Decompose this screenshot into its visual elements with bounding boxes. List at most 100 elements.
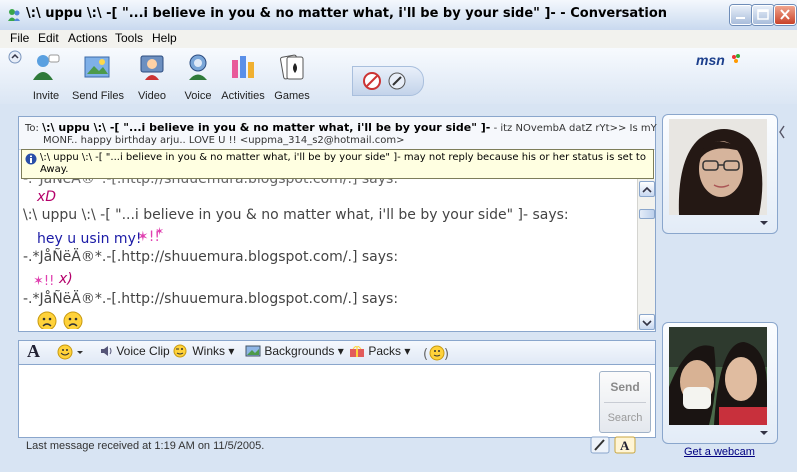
svg-text:✶!!: ✶!! <box>33 274 54 289</box>
activities-icon <box>232 56 254 78</box>
voice-icon <box>189 54 207 80</box>
collapse-pane-icon[interactable] <box>778 122 786 142</box>
invite-icon <box>33 54 60 80</box>
video-icon <box>140 55 164 80</box>
video-button[interactable]: Video <box>136 52 168 102</box>
games-button[interactable]: Games <box>274 52 310 102</box>
block-tray <box>352 66 424 96</box>
warning-line-1: \:\ uppu \:\ -[ "...i believe in you & n… <box>40 152 646 163</box>
message-input-area[interactable]: Send Search <box>18 364 656 438</box>
arrow-up-icon <box>642 186 652 193</box>
background-picture-icon <box>245 345 261 357</box>
send-files-label: Send Files <box>72 90 124 102</box>
sad-emoticon-icon <box>63 311 83 329</box>
menu-help[interactable]: Help <box>152 31 177 45</box>
send-files-icon <box>84 56 110 78</box>
speaker-icon <box>101 346 112 356</box>
get-webcam-link[interactable]: Get a webcam <box>684 446 755 458</box>
scroll-thumb[interactable] <box>639 209 655 219</box>
maximize-icon <box>757 9 769 20</box>
contact-name: \:\ uppu \:\ -[ "...i believe in you & n… <box>42 121 491 134</box>
title-bar: \:\ uppu \:\ -[ "...i believe in you & n… <box>0 0 797 31</box>
away-warning: \:\ uppu \:\ -[ "...i believe in you & n… <box>21 149 654 179</box>
conversation-history: To: \:\ uppu \:\ -[ "...i believe in you… <box>18 116 657 332</box>
to-prefix: To: <box>25 123 39 134</box>
my-display-picture-frame <box>662 322 778 444</box>
maximize-button[interactable] <box>752 5 774 25</box>
contact-display-picture-frame <box>662 114 778 234</box>
svg-text:(: ( <box>423 347 428 362</box>
scroll-up-button[interactable] <box>639 181 655 197</box>
sad-emoticon-icon <box>37 311 57 329</box>
contact-display-picture[interactable] <box>669 119 767 215</box>
collapse-toolbar-icon[interactable] <box>8 50 22 64</box>
voice-button[interactable]: Voice <box>182 52 214 102</box>
minimize-icon <box>736 17 745 19</box>
voice-clip-label: Voice Clip <box>116 344 170 358</box>
format-bar: A Voice Clip Winks ▾ Backgrounds ▾ Packs… <box>18 340 656 365</box>
chevron-down-icon[interactable] <box>759 429 769 437</box>
winks-button[interactable]: Winks ▾ <box>173 344 234 358</box>
message-text: xD <box>37 189 57 205</box>
backgrounds-button[interactable]: Backgrounds ▾ <box>245 344 344 358</box>
video-label: Video <box>138 90 166 102</box>
sparkle-emoticon-icon: ✶!! ✶ <box>137 225 164 245</box>
chevron-down-icon[interactable] <box>759 219 769 227</box>
my-display-picture[interactable] <box>669 327 767 425</box>
games-icon <box>280 54 304 80</box>
emoticon-picker-icon[interactable] <box>57 344 87 362</box>
voice-clip-button[interactable]: Voice Clip <box>99 344 170 358</box>
svg-text:✶: ✶ <box>155 225 164 238</box>
menu-bar: File Edit Actions Tools Help <box>0 30 797 49</box>
nudge-icon[interactable]: () <box>423 344 451 362</box>
gift-pack-icon <box>350 346 364 357</box>
arrow-down-icon <box>642 320 652 327</box>
winks-label: Winks <box>192 344 226 358</box>
menu-edit[interactable]: Edit <box>38 31 59 45</box>
status-bar: Last message received at 1:19 AM on 11/5… <box>18 436 654 456</box>
info-icon <box>25 153 37 165</box>
last-message-status: Last message received at 1:19 AM on 11/5… <box>26 440 265 452</box>
paint-icon[interactable] <box>388 72 406 90</box>
scroll-down-button[interactable] <box>639 314 655 330</box>
block-icon[interactable] <box>363 72 381 90</box>
svg-text:msn: msn <box>696 52 725 68</box>
invite-button[interactable]: Invite <box>30 52 62 102</box>
minimize-button[interactable] <box>730 5 752 25</box>
send-divider <box>604 402 646 403</box>
menu-file[interactable]: File <box>10 31 29 45</box>
font-button[interactable]: A <box>27 341 40 362</box>
contact-status-message: - itz NOvembA datZ rYt>> Is mY <box>493 123 657 134</box>
contact-personal-line: MONF.. happy birthday arju.. LOVE U !! <… <box>43 135 405 146</box>
warning-line-2: Away. <box>40 164 69 175</box>
sender-line: \:\ uppu \:\ -[ "...i believe in you & n… <box>23 207 569 223</box>
send-button[interactable]: Send <box>600 380 650 394</box>
sender-line: -.*JåÑëÄ®*.-[.http://shuuemura.blogspot.… <box>23 291 399 307</box>
wink-icon <box>173 344 187 358</box>
window-title: \:\ uppu \:\ -[ "...i believe in you & n… <box>26 6 668 21</box>
message-text: hey u usin my! <box>37 231 142 247</box>
menu-tools[interactable]: Tools <box>115 31 143 45</box>
close-icon <box>780 9 790 20</box>
activities-label: Activities <box>221 90 265 102</box>
close-button[interactable] <box>774 5 796 25</box>
menu-actions[interactable]: Actions <box>68 31 107 45</box>
sender-line: -.*JåÑëÄ®*.-[.http://shuuemura.blogspot.… <box>23 249 399 265</box>
voice-label: Voice <box>184 90 212 102</box>
sparkle-emoticon-icon: ✶!! <box>33 274 54 289</box>
packs-button[interactable]: Packs ▾ <box>349 344 410 358</box>
history-scrollbar[interactable] <box>637 179 655 330</box>
send-files-button[interactable]: Send Files <box>72 52 124 102</box>
games-label: Games <box>274 90 310 102</box>
msn-logo: msn <box>696 52 740 68</box>
svg-text:): ) <box>444 347 449 362</box>
activities-button[interactable]: Activities <box>220 52 266 102</box>
text-type-icon[interactable]: A <box>614 436 636 454</box>
message-text: x) <box>59 271 73 287</box>
svg-text:A: A <box>620 438 630 453</box>
handwriting-icon[interactable] <box>590 436 610 454</box>
to-bar: To: \:\ uppu \:\ -[ "...i believe in you… <box>19 117 657 150</box>
search-button[interactable]: Search <box>600 412 650 424</box>
packs-label: Packs <box>368 344 402 358</box>
message-list: -.*JåÑëÄ®*.-[.http://shuuemura.blogspot.… <box>19 177 635 329</box>
